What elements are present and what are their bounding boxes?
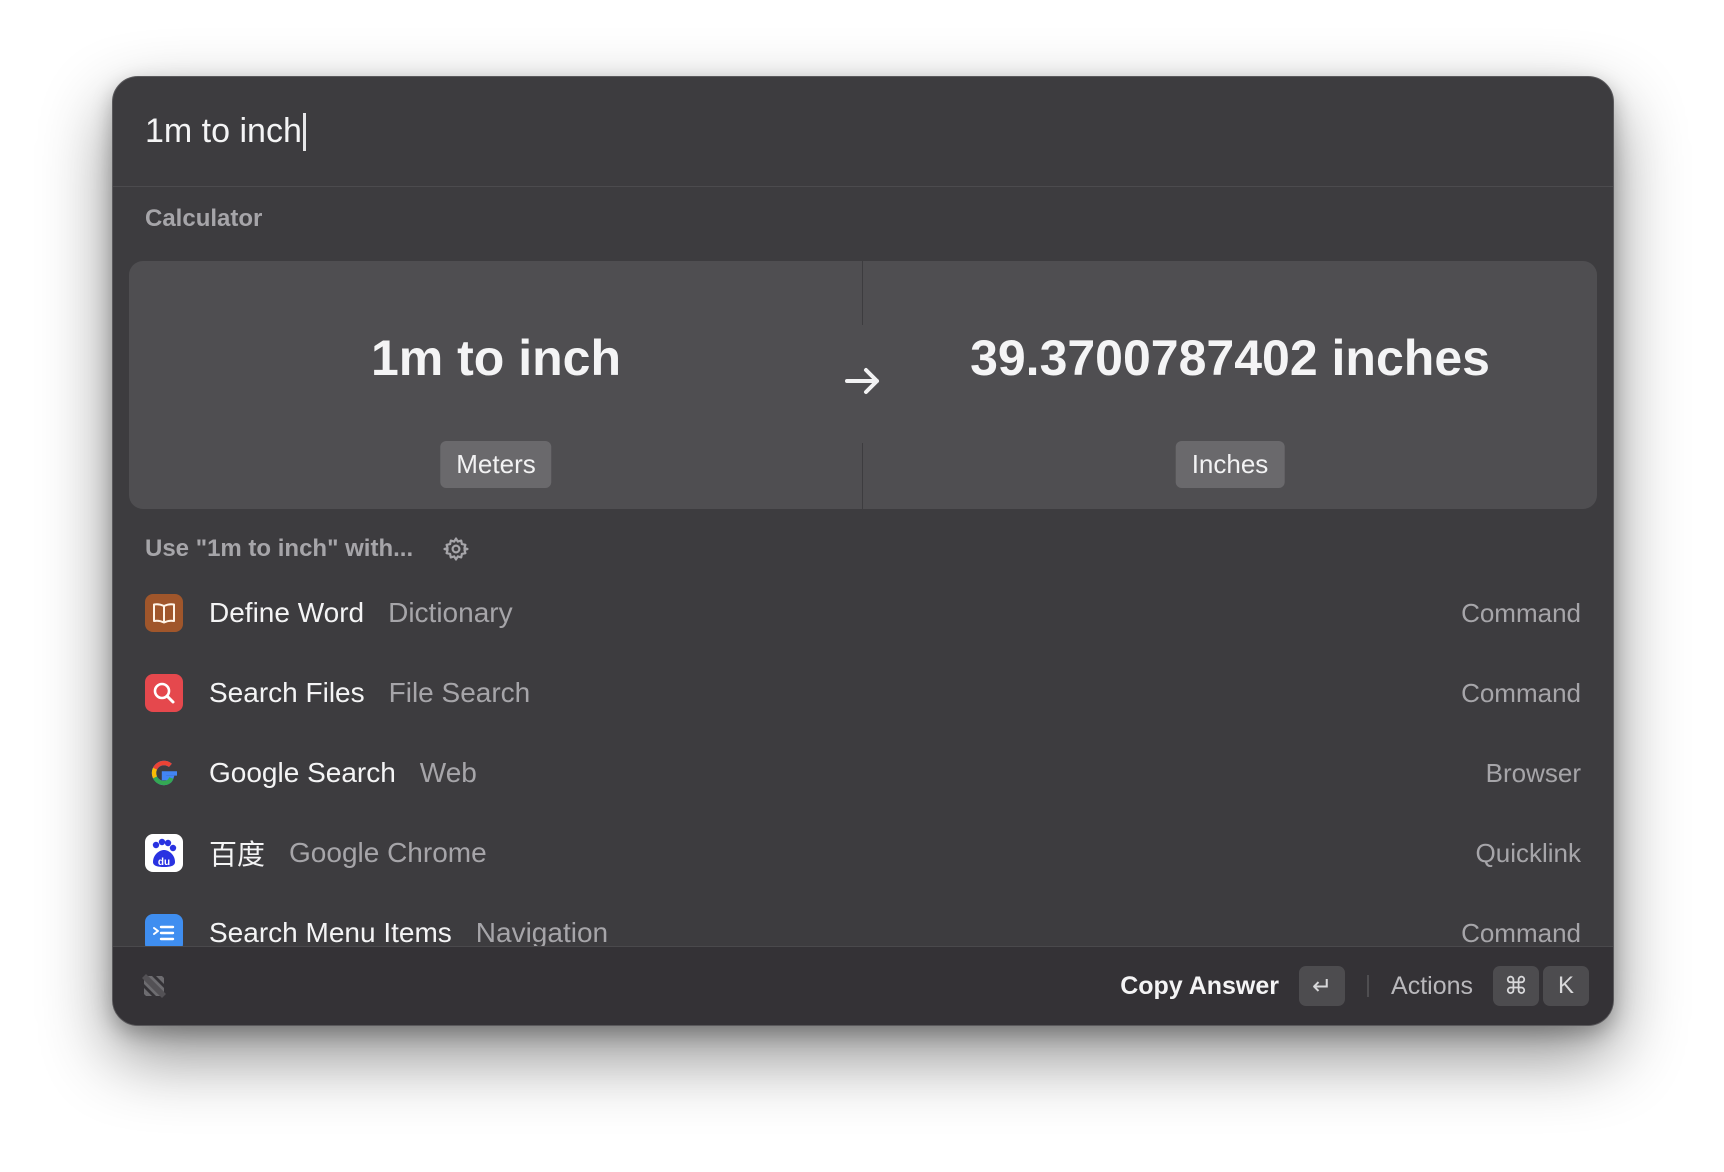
- text-caret: [302, 112, 306, 151]
- item-type: Command: [1461, 677, 1581, 708]
- calculator-result-panel: 39.3700787402 inches Inches: [863, 261, 1597, 509]
- item-subtitle: File Search: [388, 677, 531, 708]
- svg-text:du: du: [158, 857, 170, 868]
- footer-actions: Copy Answer ↵ Actions ⌘ K: [1120, 947, 1589, 1025]
- dictionary-book-icon: [145, 594, 183, 632]
- use-with-header: Use "1m to inch" with...: [145, 535, 469, 563]
- input-unit-badge: Meters: [440, 441, 552, 488]
- actions-button[interactable]: Actions: [1391, 972, 1473, 1001]
- item-title: Define Word: [209, 597, 365, 628]
- item-title: Google Search: [209, 757, 396, 788]
- calculator-input-value: 1m to inch: [370, 330, 622, 386]
- launcher-window: 1m to inch Calculator 1m to inch Meters …: [112, 76, 1614, 1026]
- footer-separator: [1367, 975, 1370, 997]
- action-bar: Copy Answer ↵ Actions ⌘ K: [113, 946, 1613, 1025]
- item-title: Search Menu Items: [209, 917, 452, 948]
- search-bar[interactable]: 1m to inch: [113, 77, 1613, 187]
- item-subtitle: Dictionary: [388, 597, 513, 628]
- search-input[interactable]: 1m to inch: [145, 112, 302, 151]
- google-icon: [145, 754, 183, 792]
- calculator-section-label: Calculator: [145, 205, 263, 232]
- item-type: Command: [1461, 917, 1581, 948]
- item-subtitle: Google Chrome: [289, 837, 487, 868]
- raycast-logo-icon[interactable]: [135, 967, 173, 1005]
- calculator-result-value: 39.3700787402 inches: [970, 330, 1490, 386]
- enter-key-icon: ↵: [1299, 966, 1346, 1006]
- use-with-label: Use "1m to inch" with...: [145, 535, 414, 562]
- baidu-icon: du: [145, 834, 183, 872]
- item-subtitle: Web: [419, 757, 477, 788]
- item-type: Command: [1461, 597, 1581, 628]
- command-key-icon: ⌘: [1493, 966, 1539, 1006]
- item-subtitle: Navigation: [475, 917, 609, 948]
- item-title: Search Files: [209, 677, 365, 708]
- item-type: Browser: [1485, 757, 1581, 788]
- list-item-google-search[interactable]: Google Search Web Browser: [145, 743, 1581, 803]
- k-key: K: [1543, 966, 1589, 1006]
- item-type: Quicklink: [1475, 837, 1581, 868]
- list-item-search-files[interactable]: Search Files File Search Command: [145, 663, 1581, 723]
- list-item-define-word[interactable]: Define Word Dictionary Command: [145, 583, 1581, 643]
- result-unit-badge: Inches: [1175, 441, 1285, 488]
- file-search-icon: [145, 674, 183, 712]
- calculator-input-panel: 1m to inch Meters: [129, 261, 863, 509]
- item-title: 百度: [209, 839, 266, 870]
- gear-icon[interactable]: [443, 536, 469, 562]
- list-item-baidu[interactable]: du 百度 Google Chrome Quicklink: [145, 823, 1581, 883]
- calculator-card[interactable]: 1m to inch Meters 39.3700787402 inches I…: [129, 261, 1597, 509]
- copy-answer-button[interactable]: Copy Answer: [1120, 972, 1279, 1001]
